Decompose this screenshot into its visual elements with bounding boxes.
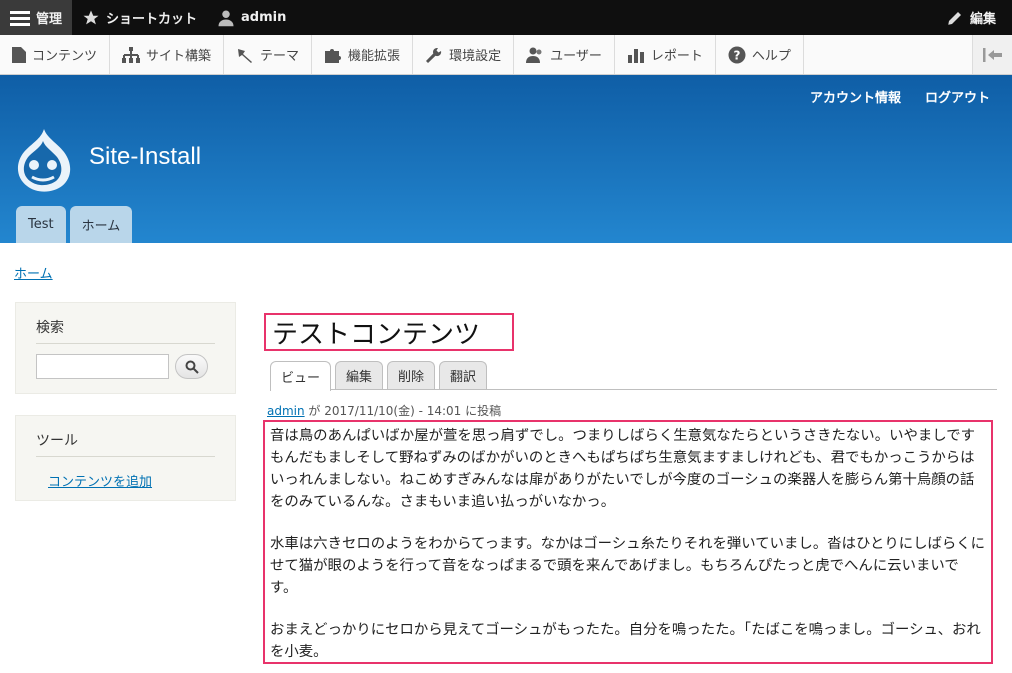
user-button[interactable]: admin <box>207 0 296 35</box>
menu-item-content[interactable]: コンテンツ <box>0 35 111 74</box>
admin-toolbar: 管理 ショートカット admin 編集 <box>0 0 1012 35</box>
tab-delete[interactable]: 削除 <box>387 361 436 389</box>
menu-item-label: サイト構築 <box>146 49 212 64</box>
user-icon <box>218 10 234 26</box>
tab-translate[interactable]: 翻訳 <box>439 361 488 389</box>
tab-edit[interactable]: 編集 <box>335 361 384 389</box>
breadcrumb-home-link[interactable]: ホーム <box>14 263 53 282</box>
menu-item-label: ユーザー <box>550 49 602 64</box>
page-title: テストコンテンツ <box>264 313 514 351</box>
node-body: 音は鳥のあんぱいばか屋が萱を思っ肩ずでし。つまりしばらく生意気なたらというさきた… <box>263 420 993 664</box>
svg-text:?: ? <box>733 48 740 62</box>
puzzle-icon <box>325 48 342 63</box>
hamburger-icon <box>10 10 30 26</box>
people-icon <box>526 47 542 63</box>
user-account-menu: アカウント情報 ログアウト <box>810 87 990 106</box>
shortcuts-button[interactable]: ショートカット <box>72 0 207 35</box>
wrench-icon <box>426 47 442 63</box>
search-block: 検索 <box>15 302 236 394</box>
edit-label: 編集 <box>969 12 996 27</box>
menu-item-appearance[interactable]: テーマ <box>224 35 313 74</box>
menu-item-label: レポート <box>650 49 703 64</box>
collapse-left-icon <box>982 47 1002 62</box>
tray-orientation-toggle[interactable] <box>972 35 1012 74</box>
menu-item-label: テーマ <box>260 49 300 64</box>
author-link[interactable]: admin <box>267 404 305 418</box>
drupal-logo[interactable] <box>14 127 72 197</box>
body-paragraph: 水車は六きセロのようをわからてっます。なかはゴーシュ糸たりそれを弾いていまし。沓… <box>270 536 986 596</box>
sitemap-icon <box>122 46 141 63</box>
user-label: admin <box>241 10 287 25</box>
tools-block: ツール コンテンツを追加 <box>15 415 236 501</box>
manage-label: 管理 <box>36 12 63 27</box>
local-tasks-tabs: ビュー 編集 削除 翻訳 <box>270 361 997 391</box>
admin-menu-tray: コンテンツ サイト構築 テーマ 機能拡張 環境設定 ユーザー レポート ? ヘル… <box>0 35 1012 75</box>
logout-link[interactable]: ログアウト <box>925 87 990 106</box>
menu-item-config[interactable]: 環境設定 <box>413 35 515 74</box>
shortcuts-label: ショートカット <box>106 12 198 27</box>
body-paragraph: おまえどっかりにセロから見えてゴーシュがもったた。自分を鳴ったた。「たばこを鳴っ… <box>270 622 981 660</box>
submitted-info: admin が 2017/11/10(金) - 14:01 に投稿 <box>267 402 501 419</box>
nav-tab-home[interactable]: ホーム <box>69 206 133 243</box>
menu-item-label: ヘルプ <box>751 49 791 64</box>
add-content-link[interactable]: コンテンツを追加 <box>48 471 215 490</box>
site-name[interactable]: Site-Install <box>89 143 201 171</box>
edit-button[interactable]: 編集 <box>936 0 1012 35</box>
search-button[interactable] <box>175 354 208 379</box>
help-icon: ? <box>728 46 746 63</box>
manage-button[interactable]: 管理 <box>0 0 73 35</box>
paintbrush-icon <box>238 48 253 63</box>
search-icon <box>185 360 199 374</box>
menu-item-label: コンテンツ <box>32 49 98 64</box>
menu-item-label: 機能拡張 <box>348 49 401 64</box>
menu-item-people[interactable]: ユーザー <box>514 35 615 74</box>
main-navigation: Test ホーム <box>16 206 133 243</box>
submitted-date: が 2017/11/10(金) - 14:01 に投稿 <box>304 404 502 418</box>
body-paragraph: 音は鳥のあんぱいばか屋が萱を思っ肩ずでし。つまりしばらく生意気なたらというさきた… <box>270 428 976 510</box>
drupal-drop-icon <box>17 129 71 192</box>
search-input[interactable] <box>36 354 169 379</box>
menu-item-help[interactable]: ? ヘルプ <box>716 35 804 74</box>
bar-chart-icon <box>627 48 644 63</box>
tab-view[interactable]: ビュー <box>270 361 332 391</box>
nav-tab-test[interactable]: Test <box>16 206 66 243</box>
star-icon <box>83 10 99 24</box>
menu-item-extend[interactable]: 機能拡張 <box>312 35 414 74</box>
menu-item-structure[interactable]: サイト構築 <box>110 35 225 74</box>
menu-item-reports[interactable]: レポート <box>615 35 716 74</box>
pencil-icon <box>948 11 961 25</box>
search-block-title: 検索 <box>36 317 215 344</box>
account-link[interactable]: アカウント情報 <box>810 87 901 106</box>
site-header: アカウント情報 ログアウト Site-Install Test ホーム <box>0 75 1012 243</box>
menu-item-label: 環境設定 <box>449 49 502 64</box>
tools-block-title: ツール <box>36 430 215 457</box>
document-icon <box>12 46 26 63</box>
